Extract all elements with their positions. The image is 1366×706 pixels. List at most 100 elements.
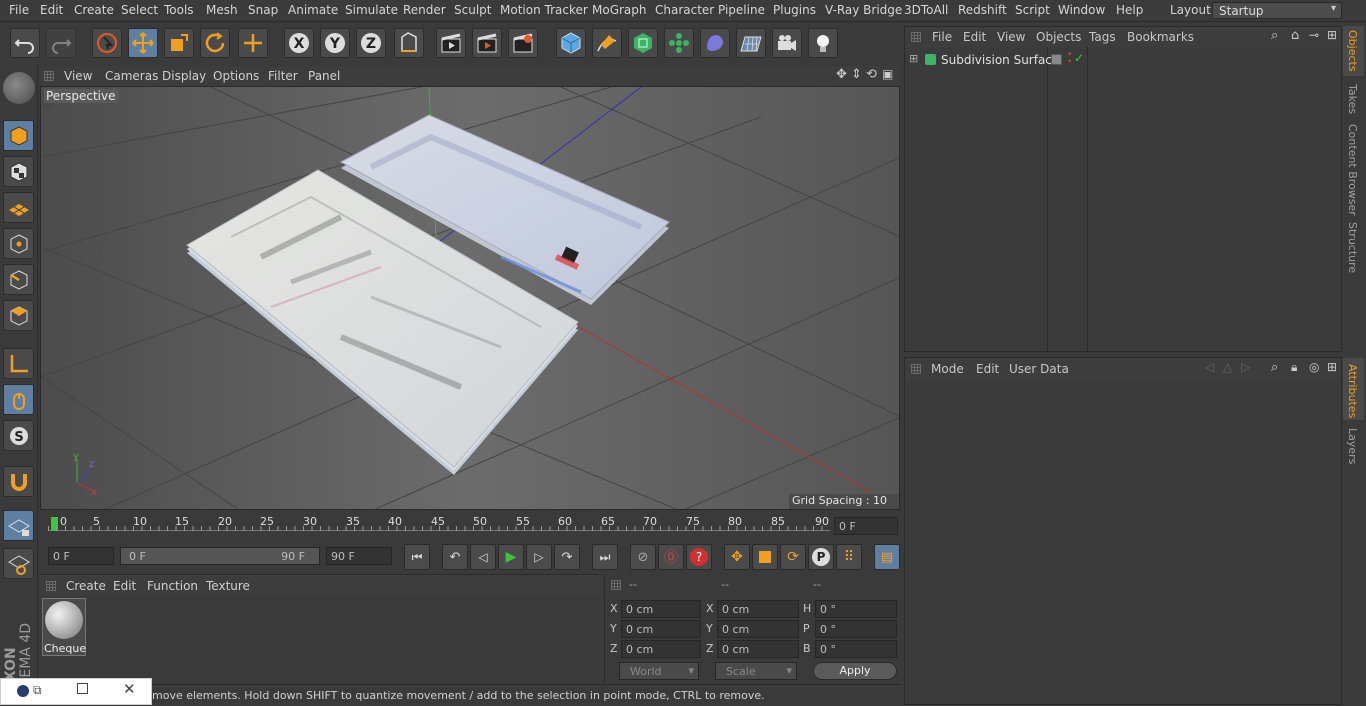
attribute-menu-edit[interactable]: Edit <box>976 362 999 376</box>
rotate-tool-button[interactable] <box>200 28 230 58</box>
rotation-p-field[interactable]: 0 ° <box>815 620 897 638</box>
tweak-mode-button[interactable] <box>3 384 34 415</box>
home-icon[interactable]: ⌂ <box>1291 28 1299 43</box>
lock-icon[interactable]: 🔒︎ <box>1291 360 1297 375</box>
timeline-window-button[interactable]: ▤ <box>874 544 900 570</box>
current-frame-field[interactable]: 0 F <box>834 517 898 535</box>
key-scale-button[interactable] <box>752 544 778 570</box>
up-arrow-icon[interactable]: △ <box>1223 360 1232 374</box>
render-view-button[interactable] <box>436 28 466 58</box>
menu-motion-tracker[interactable]: Motion Tracker <box>500 3 588 17</box>
texture-mode-button[interactable] <box>3 156 34 187</box>
points-mode-button[interactable] <box>3 228 34 259</box>
polygons-mode-button[interactable] <box>3 300 34 331</box>
link-icon[interactable]: ⊸ <box>1309 28 1319 42</box>
material-swatch[interactable]: Cheque <box>42 598 86 656</box>
position-y-field[interactable]: 0 cm <box>621 620 701 638</box>
search-icon[interactable]: ⌕ <box>1271 28 1278 43</box>
size-y-field[interactable]: 0 cm <box>717 620 799 638</box>
position-x-field[interactable]: 0 cm <box>621 600 701 618</box>
apply-button[interactable]: Apply <box>813 662 897 680</box>
material-menu-function[interactable]: Function <box>147 579 198 593</box>
tab-attributes[interactable]: Attributes <box>1346 364 1359 418</box>
quantize-button[interactable] <box>3 548 34 579</box>
subdivision-surface-button[interactable] <box>628 28 658 58</box>
menu-create[interactable]: Create <box>74 3 114 17</box>
rotation-h-field[interactable]: 0 ° <box>815 600 897 618</box>
object-menu-view[interactable]: View <box>997 30 1025 44</box>
frame-range-slider[interactable]: 0 F 90 F <box>120 547 320 565</box>
edges-mode-button[interactable] <box>3 264 34 295</box>
start-frame-field[interactable]: 0 F <box>48 547 114 565</box>
render-settings-button[interactable] <box>508 28 538 58</box>
coordinate-space-dropdown[interactable]: World ▾ <box>619 662 699 680</box>
cube-object-button[interactable] <box>556 28 586 58</box>
position-z-field[interactable]: 0 cm <box>621 640 701 658</box>
key-position-button[interactable]: ✥ <box>724 544 750 570</box>
next-frame-button[interactable]: ▷ <box>526 544 552 570</box>
minimized-window-bar[interactable]: ⧉ ✕ <box>0 678 152 705</box>
go-to-end-button[interactable]: ⏭ <box>592 544 618 570</box>
key-rotation-button[interactable]: ⟳ <box>780 544 806 570</box>
material-menu-edit[interactable]: Edit <box>113 579 136 593</box>
timeline[interactable]: 0 5 10 15 20 25 30 35 40 45 50 55 60 65 … <box>40 511 900 541</box>
menu-simulate[interactable]: Simulate <box>345 3 398 17</box>
redo-button[interactable] <box>46 28 76 58</box>
record-active-button[interactable]: ⓪ <box>658 544 684 570</box>
recent-tools-button[interactable] <box>238 28 268 58</box>
go-to-start-button[interactable]: ⏮ <box>404 544 430 570</box>
checkmark-icon[interactable]: ✓ <box>1074 51 1084 65</box>
layer-icon[interactable] <box>1051 54 1062 65</box>
object-menu-bookmarks[interactable]: Bookmarks <box>1127 30 1194 44</box>
camera-button[interactable] <box>772 28 802 58</box>
scale-tool-button[interactable] <box>164 28 194 58</box>
viewport-menu-display[interactable]: Display <box>162 69 206 83</box>
object-menu-objects[interactable]: Objects <box>1036 30 1081 44</box>
z-axis-lock-button[interactable]: Z <box>356 28 386 58</box>
attribute-menu-mode[interactable]: Mode <box>931 362 964 376</box>
render-picture-viewer-button[interactable] <box>472 28 502 58</box>
menu-snap[interactable]: Snap <box>248 3 278 17</box>
tab-objects[interactable]: Objects <box>1346 30 1359 72</box>
coordinate-system-button[interactable] <box>394 28 424 58</box>
back-arrow-icon[interactable]: ◁ <box>1205 360 1214 374</box>
tab-content-browser[interactable]: Content Browser <box>1346 124 1359 216</box>
viewport-menu-filter[interactable]: Filter <box>268 69 298 83</box>
floor-button[interactable] <box>736 28 766 58</box>
menu-character[interactable]: Character <box>655 3 714 17</box>
material-menu-texture[interactable]: Texture <box>206 579 250 593</box>
menu-3dtoall[interactable]: 3DToAll <box>904 3 948 17</box>
motion-record-button[interactable]: ⊘ <box>630 544 656 570</box>
viewport-maximize-icon[interactable]: ▣ <box>882 67 893 81</box>
end-frame-field[interactable]: 90 F <box>326 547 392 565</box>
menu-tools[interactable]: Tools <box>164 3 194 17</box>
size-x-field[interactable]: 0 cm <box>717 600 799 618</box>
x-axis-lock-button[interactable]: X <box>284 28 314 58</box>
snap-button[interactable] <box>3 466 34 497</box>
menu-pipeline[interactable]: Pipeline <box>718 3 765 17</box>
menu-plugins[interactable]: Plugins <box>773 3 816 17</box>
spline-pen-button[interactable] <box>592 28 622 58</box>
forward-arrow-icon[interactable]: ▷ <box>1241 360 1250 374</box>
menu-mograph[interactable]: MoGraph <box>592 3 647 17</box>
new-panel-icon[interactable]: ⊞ <box>1327 360 1337 374</box>
light-button[interactable] <box>808 28 838 58</box>
attribute-menu-user-data[interactable]: User Data <box>1009 362 1069 376</box>
autokey-button[interactable]: ? <box>686 544 712 570</box>
tab-structure[interactable]: Structure <box>1346 222 1359 273</box>
object-row[interactable]: ⊞ Subdivision Surface • • ✓ <box>905 51 1341 69</box>
y-axis-lock-button[interactable]: Y <box>320 28 350 58</box>
workplane-mode-button[interactable] <box>3 192 34 223</box>
model-mode-button[interactable] <box>3 120 34 151</box>
axis-mode-button[interactable] <box>3 348 34 379</box>
object-menu-tags[interactable]: Tags <box>1089 30 1116 44</box>
object-menu-file[interactable]: File <box>932 30 952 44</box>
size-z-field[interactable]: 0 cm <box>717 640 799 658</box>
next-key-button[interactable]: ↷ <box>554 544 580 570</box>
deformer-button[interactable] <box>700 28 730 58</box>
menu-animate[interactable]: Animate <box>288 3 338 17</box>
maximize-icon[interactable] <box>77 683 88 694</box>
expand-icon[interactable]: ⊞ <box>909 52 918 65</box>
target-icon[interactable]: ◎ <box>1309 360 1319 374</box>
menu-edit[interactable]: Edit <box>40 3 63 17</box>
